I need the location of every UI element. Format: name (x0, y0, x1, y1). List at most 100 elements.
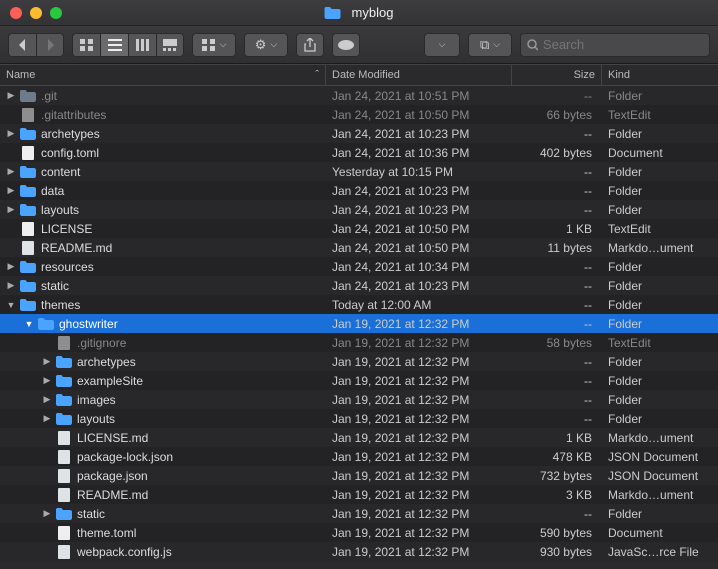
file-date: Jan 19, 2021 at 12:32 PM (326, 317, 512, 331)
disclosure-triangle[interactable]: ▶ (6, 261, 16, 272)
disclosure-triangle[interactable]: ▶ (6, 90, 16, 101)
file-name: package.json (77, 469, 148, 483)
disclosure-triangle[interactable]: ▶ (6, 280, 16, 291)
disclosure-triangle[interactable]: ▶ (6, 166, 16, 177)
file-row[interactable]: .gitattributesJan 24, 2021 at 10:50 PM66… (0, 105, 718, 124)
file-kind: TextEdit (602, 336, 718, 350)
icon-view-button[interactable] (72, 33, 100, 57)
disclosure-triangle[interactable]: ▶ (6, 185, 16, 196)
file-row[interactable]: ▶archetypesJan 24, 2021 at 10:23 PM--Fol… (0, 124, 718, 143)
close-window-button[interactable] (10, 7, 22, 19)
file-row[interactable]: package-lock.jsonJan 19, 2021 at 12:32 P… (0, 447, 718, 466)
dropdown-1-button[interactable]: ⌵ (424, 33, 460, 57)
disclosure-triangle[interactable]: ▼ (24, 319, 34, 329)
file-name: theme.toml (77, 526, 136, 540)
minimize-window-button[interactable] (30, 7, 42, 19)
file-size: -- (512, 317, 602, 331)
file-row[interactable]: ▶.gitJan 24, 2021 at 10:51 PM--Folder (0, 86, 718, 105)
disclosure-triangle[interactable]: ▼ (6, 300, 16, 310)
file-name: content (41, 165, 80, 179)
column-header-size[interactable]: Size (512, 65, 602, 85)
file-date: Jan 24, 2021 at 10:50 PM (326, 241, 512, 255)
file-size: 3 KB (512, 488, 602, 502)
file-kind: Folder (602, 374, 718, 388)
disclosure-triangle[interactable]: ▶ (42, 394, 52, 405)
file-name: layouts (41, 203, 79, 217)
file-row[interactable]: ▶imagesJan 19, 2021 at 12:32 PM--Folder (0, 390, 718, 409)
file-row[interactable]: theme.tomlJan 19, 2021 at 12:32 PM590 by… (0, 523, 718, 542)
file-size: 1 KB (512, 222, 602, 236)
file-row[interactable]: ▶staticJan 24, 2021 at 10:23 PM--Folder (0, 276, 718, 295)
share-button[interactable] (296, 33, 324, 57)
file-kind: Markdo…ument (602, 431, 718, 445)
folder-icon (38, 316, 54, 332)
file-size: -- (512, 260, 602, 274)
disclosure-triangle[interactable]: ▶ (42, 356, 52, 367)
file-row[interactable]: ▶layoutsJan 24, 2021 at 10:23 PM--Folder (0, 200, 718, 219)
file-kind: Document (602, 526, 718, 540)
file-row[interactable]: README.mdJan 19, 2021 at 12:32 PM3 KBMar… (0, 485, 718, 504)
file-row[interactable]: LICENSEJan 24, 2021 at 10:50 PM1 KBTextE… (0, 219, 718, 238)
disclosure-triangle[interactable]: ▶ (42, 508, 52, 519)
gallery-view-button[interactable] (156, 33, 184, 57)
file-name: README.md (77, 488, 148, 502)
file-row[interactable]: ▶layoutsJan 19, 2021 at 12:32 PM--Folder (0, 409, 718, 428)
arrange-button[interactable]: ⌵ (192, 33, 236, 57)
file-row[interactable]: ▶archetypesJan 19, 2021 at 12:32 PM--Fol… (0, 352, 718, 371)
disclosure-triangle[interactable]: ▶ (42, 375, 52, 386)
column-header-kind[interactable]: Kind (602, 65, 718, 85)
share-icon (304, 38, 316, 52)
file-name: data (41, 184, 64, 198)
file-size: -- (512, 355, 602, 369)
forward-button[interactable] (36, 33, 64, 57)
file-date: Jan 24, 2021 at 10:51 PM (326, 89, 512, 103)
zoom-window-button[interactable] (50, 7, 62, 19)
file-row[interactable]: ▶exampleSiteJan 19, 2021 at 12:32 PM--Fo… (0, 371, 718, 390)
column-header-date[interactable]: Date Modified (326, 65, 512, 85)
file-name: .git (41, 89, 57, 103)
file-size: 478 KB (512, 450, 602, 464)
file-icon (20, 240, 36, 256)
file-row[interactable]: ▶contentYesterday at 10:15 PM--Folder (0, 162, 718, 181)
file-date: Jan 19, 2021 at 12:32 PM (326, 545, 512, 559)
file-row[interactable]: LICENSE.mdJan 19, 2021 at 12:32 PM1 KBMa… (0, 428, 718, 447)
file-row[interactable]: package.jsonJan 19, 2021 at 12:32 PM732 … (0, 466, 718, 485)
file-size: -- (512, 507, 602, 521)
file-name: archetypes (41, 127, 100, 141)
back-button[interactable] (8, 33, 36, 57)
column-header-name[interactable]: Nameˆ (0, 65, 326, 85)
file-date: Jan 19, 2021 at 12:32 PM (326, 393, 512, 407)
file-row[interactable]: ▼themesToday at 12:00 AM--Folder (0, 295, 718, 314)
search-input[interactable] (543, 37, 703, 52)
action-button[interactable]: ⚙⌵ (244, 33, 288, 57)
file-date: Jan 24, 2021 at 10:50 PM (326, 108, 512, 122)
file-kind: Folder (602, 184, 718, 198)
file-size: -- (512, 89, 602, 103)
file-row[interactable]: README.mdJan 24, 2021 at 10:50 PM11 byte… (0, 238, 718, 257)
file-date: Jan 24, 2021 at 10:50 PM (326, 222, 512, 236)
file-row[interactable]: config.tomlJan 24, 2021 at 10:36 PM402 b… (0, 143, 718, 162)
file-row[interactable]: ▶resourcesJan 24, 2021 at 10:34 PM--Fold… (0, 257, 718, 276)
disclosure-triangle[interactable]: ▶ (6, 128, 16, 139)
folder-icon (20, 259, 36, 275)
file-row[interactable]: ▼ghostwriterJan 19, 2021 at 12:32 PM--Fo… (0, 314, 718, 333)
list-view-button[interactable] (100, 33, 128, 57)
file-icon (56, 449, 72, 465)
file-icon (20, 107, 36, 123)
disclosure-triangle[interactable]: ▶ (6, 204, 16, 215)
folder-icon (20, 126, 36, 142)
file-row[interactable]: .gitignoreJan 19, 2021 at 12:32 PM58 byt… (0, 333, 718, 352)
column-view-button[interactable] (128, 33, 156, 57)
file-icon (20, 221, 36, 237)
file-icon (56, 544, 72, 560)
file-kind: Folder (602, 317, 718, 331)
dropbox-button[interactable]: ⧉⌵ (468, 33, 512, 57)
tags-button[interactable] (332, 33, 360, 57)
file-row[interactable]: webpack.config.jsJan 19, 2021 at 12:32 P… (0, 542, 718, 561)
file-row[interactable]: ▶staticJan 19, 2021 at 12:32 PM--Folder (0, 504, 718, 523)
file-date: Yesterday at 10:15 PM (326, 165, 512, 179)
search-field[interactable] (520, 33, 710, 57)
file-row[interactable]: ▶dataJan 24, 2021 at 10:23 PM--Folder (0, 181, 718, 200)
file-kind: Folder (602, 165, 718, 179)
disclosure-triangle[interactable]: ▶ (42, 413, 52, 424)
